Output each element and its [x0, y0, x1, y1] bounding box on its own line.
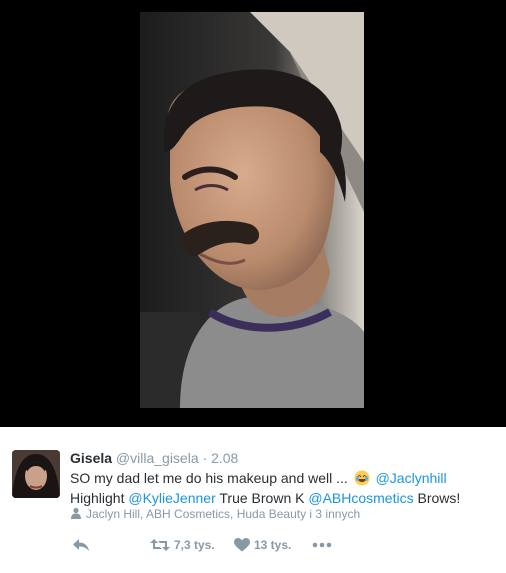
- reply-button[interactable]: [72, 537, 90, 555]
- tweet-text-part4: Brows!: [417, 490, 461, 506]
- tweet-text-part1: SO my dad let me do his makeup and well …: [70, 470, 348, 486]
- mention-abhcosmetics-link[interactable]: @ABHcosmetics: [308, 490, 413, 506]
- tweet-text-part2: Highlight: [70, 490, 125, 506]
- retweet-count: 7,3 tys.: [174, 537, 215, 552]
- tweet-photo[interactable]: [140, 12, 364, 408]
- tweet-text: SO my dad let me do his makeup and well …: [70, 468, 500, 508]
- retweet-button[interactable]: 7,3 tys.: [150, 537, 215, 555]
- more-button[interactable]: [312, 537, 332, 555]
- tagged-people[interactable]: Jaclyn Hill, ABH Cosmetics, Huda Beauty …: [70, 506, 360, 522]
- mention-jaclynhill-link[interactable]: @Jaclynhill: [376, 470, 447, 486]
- person-icon: [70, 507, 82, 519]
- tweet-card: Gisela @villa_gisela · 2.08 SO my dad le…: [0, 427, 506, 573]
- header-separator: ·: [202, 450, 208, 466]
- heart-icon: [234, 537, 250, 552]
- author-name[interactable]: Gisela: [70, 450, 112, 466]
- like-button[interactable]: 13 tys.: [234, 537, 291, 555]
- more-dots-icon: [312, 542, 332, 548]
- tweet-timestamp[interactable]: 2.08: [211, 450, 238, 466]
- reply-icon: [73, 538, 89, 551]
- photo-man-with-mustache: [140, 12, 364, 408]
- avatar[interactable]: [12, 450, 60, 498]
- tweet-text-part3: True Brown K: [219, 490, 305, 506]
- tagged-people-text: Jaclyn Hill, ABH Cosmetics, Huda Beauty …: [86, 507, 361, 521]
- media-viewer: [0, 0, 506, 427]
- tweet-header: Gisela @villa_gisela · 2.08: [70, 449, 238, 467]
- like-count: 13 tys.: [254, 537, 292, 552]
- face-with-tears-of-joy-icon: [354, 470, 370, 486]
- retweet-icon: [150, 538, 170, 551]
- mention-kyliejenner-link[interactable]: @KylieJenner: [128, 490, 215, 506]
- author-handle[interactable]: @villa_gisela: [116, 450, 199, 466]
- avatar-image: [12, 450, 60, 498]
